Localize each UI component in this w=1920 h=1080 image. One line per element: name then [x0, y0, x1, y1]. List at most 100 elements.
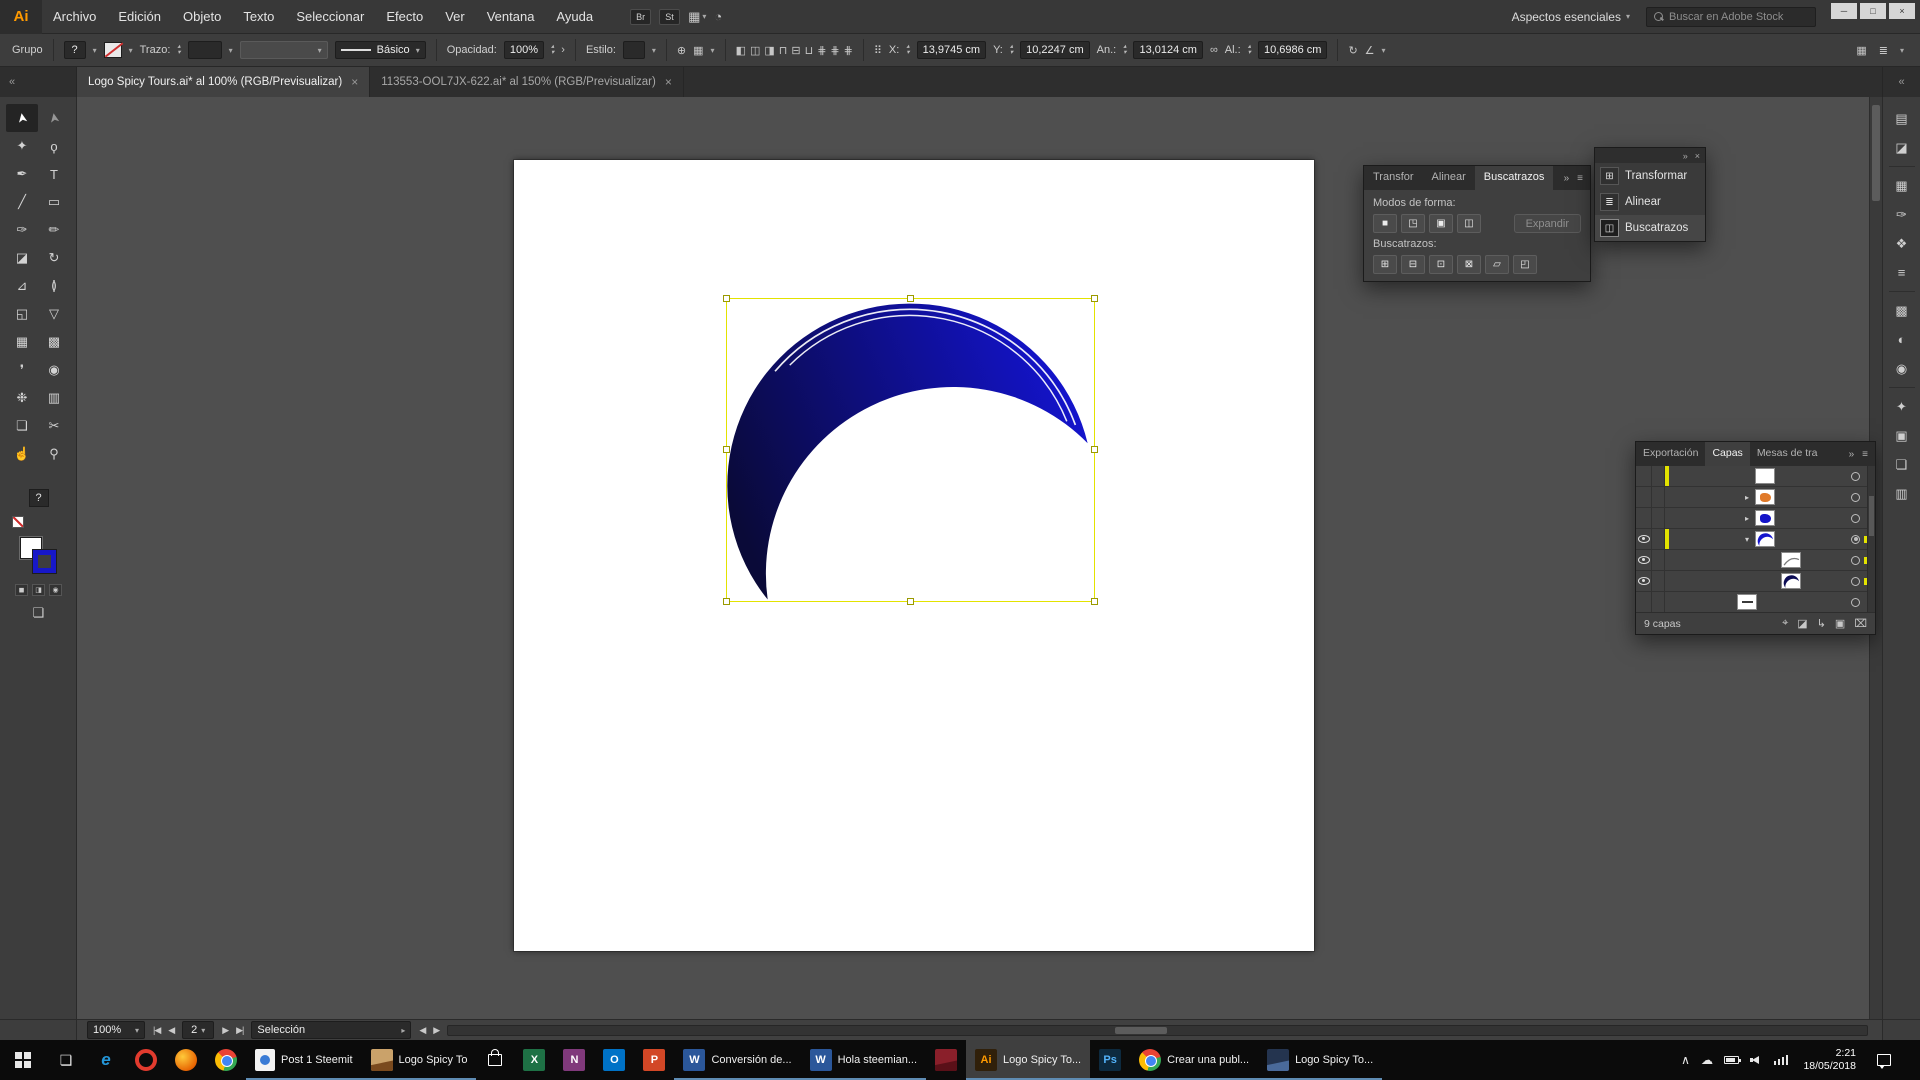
- exclude-button[interactable]: ◫: [1457, 214, 1481, 233]
- layer-2-row[interactable]: ▸: [1636, 487, 1875, 508]
- visibility-cell[interactable]: [1636, 508, 1652, 528]
- tab-buscatrazos[interactable]: Buscatrazos: [1475, 166, 1554, 190]
- height-field[interactable]: 10,6986 cm: [1258, 41, 1327, 59]
- pencil-tool[interactable]: ✏: [38, 216, 70, 244]
- align-vertical-center-icon[interactable]: ⊟: [791, 44, 800, 57]
- layer-4-row[interactable]: ▾: [1636, 529, 1875, 550]
- selection-handle[interactable]: [1091, 295, 1098, 302]
- panel-overflow-icon[interactable]: »: [1564, 173, 1570, 184]
- magic-wand-tool[interactable]: ✦: [6, 132, 38, 160]
- locate-object-icon[interactable]: ⌖: [1782, 617, 1788, 630]
- visibility-cell[interactable]: [1636, 592, 1652, 612]
- make-clipping-mask-icon[interactable]: ◪: [1797, 617, 1807, 630]
- help-button[interactable]: ?: [29, 489, 49, 507]
- x-field[interactable]: 13,9745 cm: [917, 41, 986, 59]
- target-icon[interactable]: [1851, 577, 1860, 586]
- minimize-button[interactable]: ─: [1831, 3, 1857, 19]
- tab-exportacion[interactable]: Exportación: [1636, 442, 1705, 466]
- transform-shear-icon[interactable]: ∠: [1365, 44, 1375, 57]
- restore-button[interactable]: □: [1860, 3, 1886, 19]
- target-icon[interactable]: [1851, 598, 1860, 607]
- scrollbar-thumb[interactable]: [1869, 496, 1874, 536]
- outline-button[interactable]: ▱: [1485, 255, 1509, 274]
- color-guide-panel-button[interactable]: ◪: [1888, 135, 1916, 160]
- distribute-center-h-icon[interactable]: ⋕: [817, 44, 826, 57]
- trim-button[interactable]: ⊟: [1401, 255, 1425, 274]
- stroke-weight-field[interactable]: [188, 41, 222, 59]
- taskbar-app-red[interactable]: [926, 1040, 966, 1080]
- rotate-view-button[interactable]: ◔: [714, 9, 722, 24]
- stroke-weight-stepper[interactable]: ▴▾: [177, 44, 180, 56]
- scroll-right-button[interactable]: ▶: [433, 1025, 439, 1036]
- selection-handle[interactable]: [723, 446, 730, 453]
- links-panel-button[interactable]: ❏: [1888, 452, 1916, 477]
- constrain-proportions-icon[interactable]: ∞: [1210, 44, 1218, 56]
- scrollbar-thumb[interactable]: [1872, 105, 1880, 201]
- selection-handle[interactable]: [723, 295, 730, 302]
- brushes-panel-button[interactable]: ✑: [1888, 202, 1916, 227]
- taskbar-logo-spicy-file[interactable]: Logo Spicy To: [362, 1040, 477, 1080]
- taskbar-opera[interactable]: [126, 1040, 166, 1080]
- free-transform-tool[interactable]: ◱: [6, 300, 38, 328]
- paintbrush-tool[interactable]: ✑: [6, 216, 38, 244]
- target-icon[interactable]: [1851, 472, 1860, 481]
- divide-button[interactable]: ⊞: [1373, 255, 1397, 274]
- layer-7-row[interactable]: [1636, 592, 1875, 612]
- symbol-sprayer-tool[interactable]: ❉: [6, 384, 38, 412]
- visibility-cell[interactable]: [1636, 487, 1652, 507]
- visibility-cell[interactable]: [1636, 466, 1652, 486]
- taskbar-media-file[interactable]: Logo Spicy To...: [1258, 1040, 1382, 1080]
- align-vertical-top-icon[interactable]: ⊓: [779, 44, 788, 57]
- drawer-item-buscatrazos[interactable]: ◫Buscatrazos: [1595, 215, 1705, 241]
- arrange-documents-button[interactable]: ▦▾: [688, 9, 706, 25]
- chevron-down-icon[interactable]: ▾: [1900, 46, 1904, 55]
- width-tool[interactable]: ≬: [38, 272, 70, 300]
- artboard-tool[interactable]: ❏: [6, 412, 38, 440]
- layer-3-row[interactable]: ▸: [1636, 508, 1875, 529]
- layer-1-row[interactable]: [1636, 466, 1875, 487]
- action-center-icon[interactable]: [1877, 1054, 1891, 1066]
- menu-texto[interactable]: Texto: [232, 0, 285, 34]
- minus-back-button[interactable]: ◰: [1513, 255, 1537, 274]
- stroke-color-control[interactable]: [104, 42, 122, 58]
- onedrive-icon[interactable]: ☁: [1701, 1053, 1713, 1067]
- taskbar-photoshop[interactable]: Ps: [1090, 1040, 1130, 1080]
- taskbar-chrome-window[interactable]: Crear una publ...: [1130, 1040, 1258, 1080]
- selection-handle[interactable]: [907, 295, 914, 302]
- grid-toggle-icon[interactable]: ▦: [1856, 44, 1866, 57]
- taskbar-ms-store[interactable]: [476, 1040, 514, 1080]
- gradient-panel-button[interactable]: ▩: [1888, 298, 1916, 323]
- br-badge[interactable]: Br: [630, 9, 651, 25]
- artboard-number-field[interactable]: 2▾: [182, 1021, 214, 1039]
- start-button[interactable]: [0, 1040, 46, 1080]
- delete-layer-icon[interactable]: ⌧: [1854, 617, 1867, 630]
- expand-button[interactable]: Expandir: [1514, 214, 1581, 233]
- transform-rotate-icon[interactable]: ↻: [1348, 44, 1357, 57]
- target-icon[interactable]: [1851, 535, 1860, 544]
- distribute-center-v-icon[interactable]: ⋕: [830, 44, 839, 57]
- taskbar-chrome[interactable]: [206, 1040, 246, 1080]
- workspace-switcher[interactable]: Aspectos esenciales▾: [1512, 10, 1630, 24]
- chevron-down-icon[interactable]: ▾: [1382, 46, 1386, 55]
- pen-tool[interactable]: ✒: [6, 160, 38, 188]
- height-stepper[interactable]: ▴▾: [1248, 44, 1251, 56]
- screen-mode-icon[interactable]: ❏: [33, 605, 45, 621]
- scrollbar-thumb[interactable]: [1115, 1027, 1167, 1034]
- drawer-collapse-icon[interactable]: »: [1683, 151, 1688, 161]
- align-horizontal-right-icon[interactable]: ◨: [764, 44, 774, 57]
- hidden-icons-icon[interactable]: ∧: [1681, 1053, 1690, 1067]
- appearance-panel-button[interactable]: ◉: [1888, 356, 1916, 381]
- new-layer-icon[interactable]: ▣: [1835, 617, 1845, 630]
- drawer-item-alinear[interactable]: ≣Alinear: [1595, 189, 1705, 215]
- taskbar-outlook[interactable]: O: [594, 1040, 634, 1080]
- st-badge[interactable]: St: [659, 9, 680, 25]
- document-setup-icon[interactable]: ⊕: [677, 44, 686, 57]
- taskbar-word-doc-1[interactable]: WConversión de...: [674, 1040, 800, 1080]
- transparency-panel-button[interactable]: ◐: [1888, 327, 1916, 352]
- lock-cell[interactable]: [1652, 550, 1665, 570]
- menu-archivo[interactable]: Archivo: [42, 0, 107, 34]
- drawer-close-icon[interactable]: ×: [1695, 151, 1700, 161]
- lock-cell[interactable]: [1652, 571, 1665, 591]
- align-horizontal-center-icon[interactable]: ◫: [750, 44, 760, 57]
- expand-arrow-icon[interactable]: ▸: [1739, 493, 1755, 502]
